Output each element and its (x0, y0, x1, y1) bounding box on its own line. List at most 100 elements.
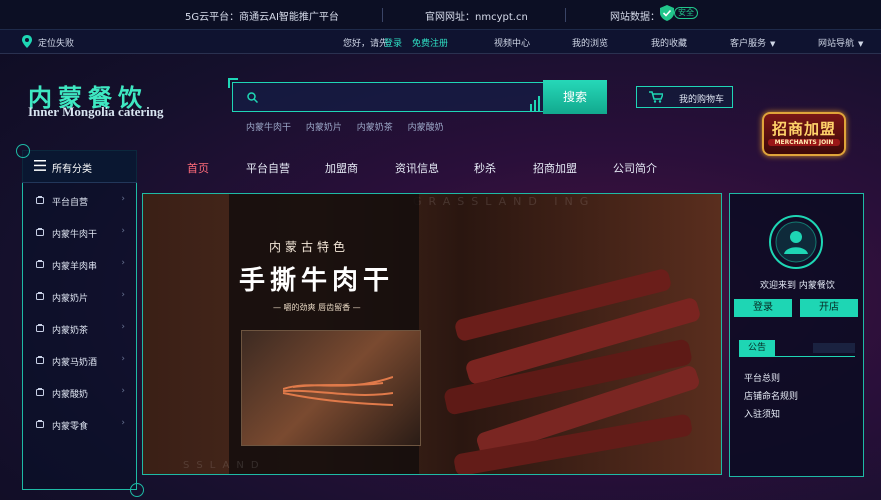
nav-merchant-join[interactable]: 招商加盟 (533, 160, 577, 176)
corner-decoration (16, 144, 30, 158)
location-status[interactable]: 定位失败 (38, 36, 74, 49)
divider (739, 356, 855, 357)
category-label: 内蒙羊肉串 (52, 262, 98, 272)
notice-item[interactable]: 入驻须知 (744, 407, 780, 420)
notice-item[interactable]: 平台总则 (744, 371, 780, 384)
nav-home[interactable]: 首页 (187, 160, 209, 176)
category-item[interactable]: 内蒙马奶酒 › (22, 344, 137, 376)
chevron-down-icon: ▼ (858, 40, 864, 48)
meat-icon (36, 228, 44, 236)
banner-subtitle: 内蒙古特色 (269, 240, 350, 254)
category-header[interactable]: 所有分类 (22, 150, 137, 183)
hot-search-words: 内蒙牛肉干 内蒙奶片 内蒙奶茶 内蒙酸奶 (246, 120, 456, 133)
hot-word[interactable]: 内蒙牛肉干 (246, 123, 291, 133)
notice-tab[interactable]: 公告 (739, 340, 775, 356)
category-label: 内蒙奶茶 (52, 326, 89, 336)
category-label: 内蒙酸奶 (52, 390, 89, 400)
search-icon (247, 92, 258, 103)
banner-watermark-bottom: SSLAND (183, 460, 266, 471)
link-customer-service[interactable]: 客户服务 ▼ (730, 36, 775, 49)
category-label: 内蒙奶片 (52, 294, 89, 304)
chevron-right-icon: › (121, 194, 125, 204)
chevron-down-icon: ▼ (770, 40, 776, 48)
user-avatar-icon (769, 215, 823, 269)
hero-banner[interactable]: GRASSLAND ING 内蒙古特色 手撕牛肉干 — 嚼的劲爽 唇齿留香 — … (142, 193, 722, 475)
logo-english[interactable]: Inner Mongolia catering (28, 104, 164, 120)
cart-icon (649, 91, 663, 103)
search-button[interactable]: 搜索 (543, 80, 607, 114)
hot-word[interactable]: 内蒙奶茶 (357, 123, 393, 133)
yogurt-icon (36, 388, 44, 396)
customer-service-label: 客户服务 (730, 39, 767, 49)
category-item[interactable]: 内蒙酸奶 › (22, 376, 137, 408)
location-pin-icon (22, 35, 32, 48)
category-label: 内蒙牛肉干 (52, 230, 98, 240)
user-link-bar: 定位失败 您好，请先 登录 免费注册 视频中心 我的浏览 我的收藏 客户服务 ▼ … (0, 30, 881, 54)
nav-news[interactable]: 资讯信息 (395, 160, 439, 176)
category-item[interactable]: 内蒙牛肉干 › (22, 216, 137, 248)
chevron-right-icon: › (121, 418, 125, 428)
bars-decoration (530, 96, 540, 112)
notice-pager[interactable] (813, 343, 855, 353)
divider (565, 8, 566, 22)
register-link[interactable]: 免费注册 (412, 36, 448, 49)
chevron-right-icon: › (121, 226, 125, 236)
hot-word[interactable]: 内蒙酸奶 (408, 123, 444, 133)
merchant-title: 招商加盟 (771, 120, 836, 138)
cart-label: 我的购物车 (679, 95, 725, 105)
shield-check-icon (660, 5, 674, 21)
chevron-right-icon: › (121, 290, 125, 300)
category-item[interactable]: 内蒙零食 › (22, 408, 137, 440)
site-data-label: 网站数据： (610, 12, 660, 23)
category-item[interactable]: 内蒙羊肉串 › (22, 248, 137, 280)
banner-watermark: GRASSLAND ING (413, 195, 596, 208)
platform-info: 5G云平台：商通云AI智能推广平台 (185, 12, 339, 23)
tea-icon (36, 324, 44, 332)
site-nav-label: 网站导航 (818, 39, 855, 49)
category-label: 内蒙零食 (52, 422, 89, 432)
category-label: 内蒙马奶酒 (52, 358, 98, 368)
login-button[interactable]: 登录 (734, 299, 792, 317)
link-site-nav[interactable]: 网站导航 ▼ (818, 36, 863, 49)
site-url[interactable]: 官网网址：nmcypt.cn (425, 8, 528, 23)
bottle-icon (36, 356, 44, 364)
category-item[interactable]: 内蒙奶片 › (22, 280, 137, 312)
banner-tagline: — 嚼的劲爽 唇齿留香 — (273, 303, 361, 312)
menu-icon (34, 160, 46, 171)
welcome-text: 欢迎来到 内蒙餐饮 (760, 281, 835, 291)
chevron-right-icon: › (121, 354, 125, 364)
corner-decoration (130, 483, 144, 497)
chevron-right-icon: › (121, 386, 125, 396)
login-link[interactable]: 登录 (384, 36, 402, 49)
chevron-right-icon: › (121, 322, 125, 332)
link-my-browsing[interactable]: 我的浏览 (572, 36, 608, 49)
safe-badge[interactable]: 安全 (674, 7, 698, 19)
search-input[interactable] (232, 82, 544, 112)
divider (382, 8, 383, 22)
nav-platform-self[interactable]: 平台自营 (246, 160, 290, 176)
merchants-join-banner[interactable]: 招商加盟 MERCHANTS JOIN (762, 112, 846, 156)
cart-button[interactable]: 我的购物车 (636, 86, 733, 108)
merchant-subtitle: MERCHANTS JOIN (768, 139, 840, 146)
category-label: 平台自营 (52, 198, 89, 208)
nav-franchisees[interactable]: 加盟商 (325, 160, 358, 176)
milk-tablet-icon (36, 292, 44, 300)
hot-word[interactable]: 内蒙奶片 (306, 123, 342, 133)
category-item[interactable]: 平台自营 › (22, 184, 137, 216)
category-header-label: 所有分类 (52, 164, 92, 175)
banner-title: 手撕牛肉干 (239, 266, 395, 296)
nav-company-intro[interactable]: 公司简介 (613, 160, 657, 176)
snack-icon (36, 420, 44, 428)
meat-fiber-illustration (283, 376, 393, 406)
notice-item[interactable]: 店铺命名规则 (744, 389, 798, 402)
box-icon (36, 196, 44, 204)
link-video-center[interactable]: 视频中心 (494, 36, 530, 49)
nav-flash-sale[interactable]: 秒杀 (474, 160, 496, 176)
greeting-text: 您好，请先 (343, 39, 389, 49)
link-my-favorites[interactable]: 我的收藏 (651, 36, 687, 49)
skewer-icon (36, 260, 44, 268)
top-info-bar: 5G云平台：商通云AI智能推广平台 官网网址：nmcypt.cn 网站数据： 安… (0, 0, 881, 30)
category-item[interactable]: 内蒙奶茶 › (22, 312, 137, 344)
open-shop-button[interactable]: 开店 (800, 299, 858, 317)
chevron-right-icon: › (121, 258, 125, 268)
